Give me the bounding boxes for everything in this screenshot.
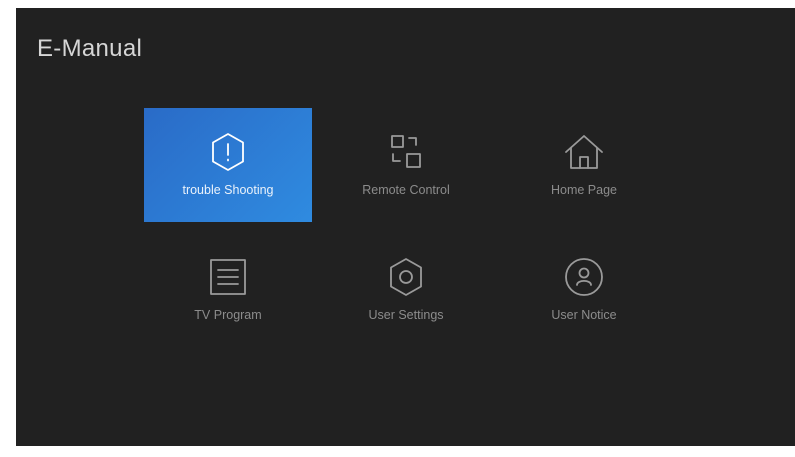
menu-tile-home-page[interactable]: Home Page — [500, 108, 668, 222]
warning-hexagon-icon — [206, 130, 250, 174]
menu-tile-label: Remote Control — [362, 183, 450, 197]
home-icon — [562, 130, 606, 174]
menu-tile-label: trouble Shooting — [182, 183, 274, 197]
menu-tile-label: TV Program — [194, 308, 262, 322]
emanual-screen: E-Manual trouble Shooting Remote Control — [16, 8, 795, 446]
menu-tile-user-settings[interactable]: User Settings — [322, 233, 490, 347]
menu-tile-label: User Settings — [368, 308, 444, 322]
menu-tile-user-notice[interactable]: User Notice — [500, 233, 668, 347]
menu-tile-remote-control[interactable]: Remote Control — [322, 108, 490, 222]
menu-tile-label: Home Page — [550, 183, 617, 197]
list-document-icon — [206, 255, 250, 299]
menu-tile-label: User Notice — [551, 308, 617, 322]
remote-squares-icon — [384, 130, 428, 174]
user-circle-icon — [562, 255, 606, 299]
settings-hexagon-icon — [384, 255, 428, 299]
menu-tile-tv-program[interactable]: TV Program — [144, 233, 312, 347]
menu-tile-trouble-shooting[interactable]: trouble Shooting — [144, 108, 312, 222]
page-title: E-Manual — [37, 35, 143, 62]
